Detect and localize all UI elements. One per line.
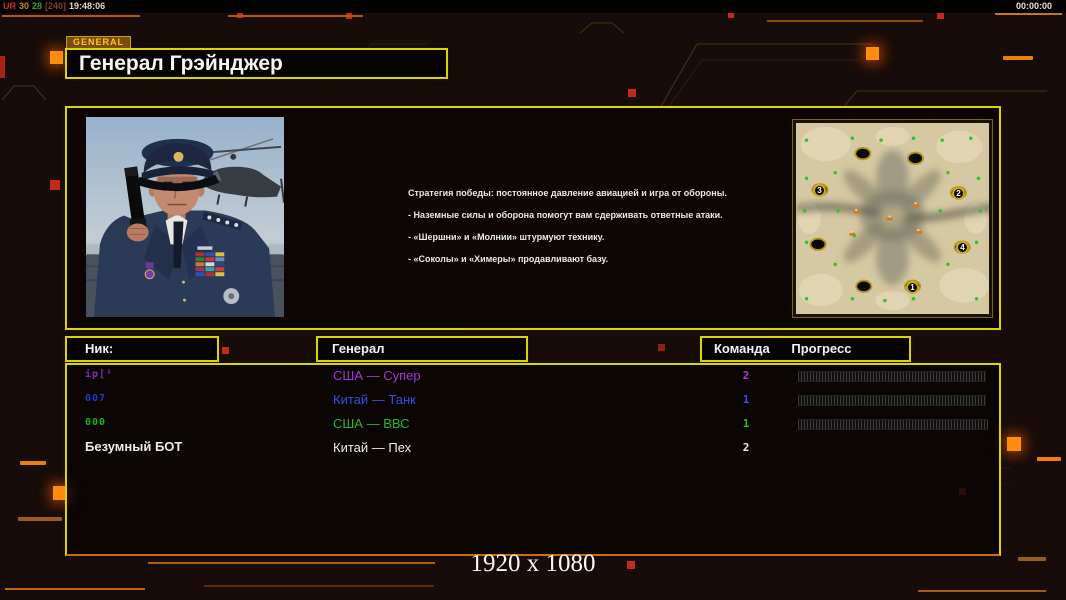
loading-screen: UR 30 28 [240] 19:48:06 00:00:00 GENERAL Ген… (0, 0, 1066, 600)
player-general: США — Супер (333, 368, 421, 383)
player-row: 000 США — ВВС 1 (67, 415, 999, 437)
red-square (658, 344, 665, 351)
header-general-label: Генерал (332, 341, 385, 356)
start-position-4: 4 (956, 241, 969, 254)
header-team-label: Команда (714, 341, 770, 356)
circuit-line (767, 20, 923, 22)
status-bar: UR 30 28 [240] 19:48:06 00:00:00 (0, 0, 1066, 13)
start-position-1: 1 (906, 281, 919, 294)
player-row: 007 Китай — Танк 1 (67, 391, 999, 413)
header-progress-label: Прогресс (791, 341, 852, 356)
header-nick-label: Ник: (85, 341, 114, 356)
player-name: ip[¹ (85, 369, 114, 380)
circuit-line (995, 13, 1062, 15)
red-square (222, 347, 229, 354)
circuit-line (918, 590, 1046, 592)
header-general: Генерал (316, 336, 528, 362)
page-title: Генерал Грэйнджер (65, 48, 448, 79)
player-team: 2 (742, 441, 750, 454)
debug-segment: 19:48:06 (69, 1, 106, 11)
progress-bar (798, 419, 988, 430)
minimap-art (796, 123, 989, 314)
orange-dash (18, 517, 62, 521)
player-general: Китай — Пех (333, 440, 412, 455)
orange-dash (1037, 457, 1061, 461)
red-square (628, 89, 636, 97)
glow-square (50, 51, 63, 64)
start-position-3: 3 (813, 184, 826, 197)
player-name: 007 (85, 393, 107, 404)
player-row: ip[¹ США — Супер 2 (67, 367, 999, 389)
orange-dash (1003, 56, 1033, 60)
player-row: Безумный БОТ Китай — Пех 2 (67, 439, 999, 461)
match-timer: 00:00:00 (1015, 1, 1052, 11)
minimap: 1 2 3 4 (792, 119, 993, 318)
player-team: 1 (742, 393, 750, 406)
resolution-label: 1920 x 1080 (470, 550, 596, 577)
circuit-line (228, 15, 363, 17)
glow-square (866, 47, 879, 60)
circuit-line (204, 585, 434, 587)
players-table: ip[¹ США — Супер 2 007 Китай — Танк 1 00… (65, 363, 1001, 556)
debug-segment: UR (3, 1, 16, 11)
debug-readout: UR 30 28 [240] 19:48:06 (3, 1, 108, 11)
player-general: США — ВВС (333, 416, 410, 431)
briefing-line: - Наземные силы и оборона помогут вам сд… (408, 210, 723, 220)
general-portrait-art (86, 117, 284, 317)
briefing-line: - «Шершни» и «Молнии» штурмуют технику. (408, 232, 605, 242)
edge-marker (0, 56, 5, 78)
header-nick: Ник: (65, 336, 219, 362)
player-name: 000 (85, 417, 107, 428)
circuit-line (5, 588, 145, 590)
briefing-text: Стратегия победы: постоянное давление ав… (408, 182, 808, 270)
player-general: Китай — Танк (333, 392, 416, 407)
player-team: 1 (742, 417, 750, 430)
circuit-line (2, 15, 140, 17)
player-team: 2 (742, 369, 750, 382)
debug-segment: [240] (45, 1, 67, 11)
general-info-panel: Стратегия победы: постоянное давление ав… (65, 106, 1001, 330)
progress-bar (798, 371, 986, 382)
player-name: Безумный БОТ (85, 439, 183, 454)
briefing-line: - «Соколы» и «Химеры» продавливают базу. (408, 254, 609, 264)
header-team-progress: Команда Прогресс (700, 336, 911, 362)
red-square (50, 180, 60, 190)
briefing-line: Стратегия победы: постоянное давление ав… (408, 188, 727, 198)
glow-square (1007, 437, 1021, 451)
general-portrait (86, 117, 284, 317)
red-square (937, 12, 944, 19)
debug-segment: 28 (32, 1, 43, 11)
progress-bar (798, 395, 986, 406)
debug-segment: 30 (19, 1, 30, 11)
start-position-2: 2 (952, 187, 965, 200)
orange-dash (20, 461, 46, 465)
